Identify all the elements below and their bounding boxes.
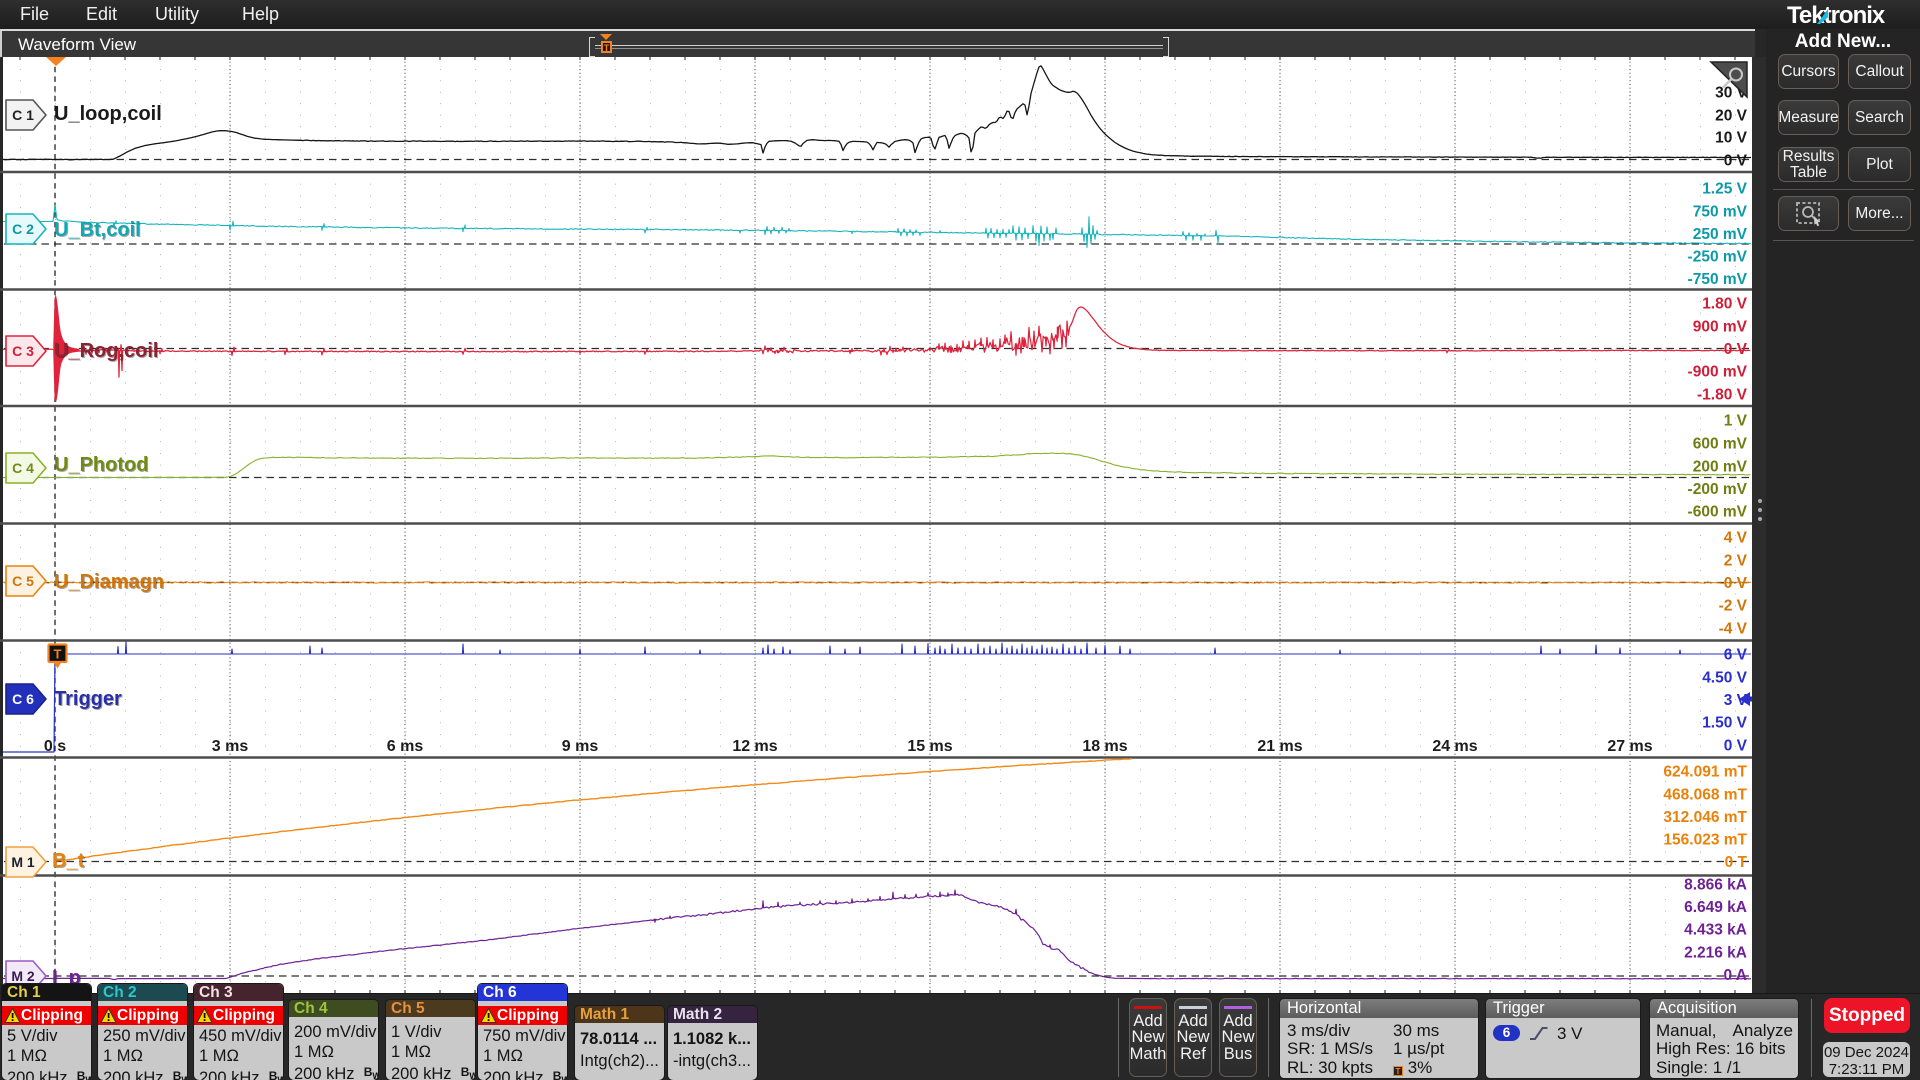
svg-text:1.50 V: 1.50 V bbox=[1702, 715, 1747, 732]
svg-text:M 2: M 2 bbox=[11, 968, 35, 984]
svg-text:4.50 V: 4.50 V bbox=[1702, 670, 1747, 687]
svg-text:200 mV: 200 mV bbox=[1693, 459, 1748, 476]
svg-text:21 ms: 21 ms bbox=[1257, 738, 1302, 755]
svg-text:12 ms: 12 ms bbox=[732, 738, 777, 755]
svg-text:2 V: 2 V bbox=[1724, 553, 1748, 570]
svg-text:0 V: 0 V bbox=[1724, 153, 1748, 170]
svg-text:156.023 mT: 156.023 mT bbox=[1663, 832, 1747, 849]
svg-text:C 5: C 5 bbox=[12, 573, 34, 589]
svg-text:27 ms: 27 ms bbox=[1607, 738, 1652, 755]
svg-text:-1.80 V: -1.80 V bbox=[1697, 387, 1748, 404]
svg-text:0 V: 0 V bbox=[1724, 575, 1748, 592]
svg-text:468.068 mT: 468.068 mT bbox=[1663, 787, 1747, 804]
svg-text:4.433 kA: 4.433 kA bbox=[1684, 922, 1747, 939]
svg-text:6 V: 6 V bbox=[1724, 647, 1748, 664]
svg-text:U_Diamagn: U_Diamagn bbox=[54, 571, 164, 593]
svg-text:0 V: 0 V bbox=[1724, 738, 1748, 755]
svg-text:-200 mV: -200 mV bbox=[1688, 481, 1748, 498]
svg-text:U_Rog,coil: U_Rog,coil bbox=[54, 340, 158, 362]
svg-text:Trigger: Trigger bbox=[54, 688, 122, 710]
svg-text:1.80 V: 1.80 V bbox=[1702, 296, 1747, 313]
svg-text:C 2: C 2 bbox=[12, 221, 34, 237]
svg-text:C 3: C 3 bbox=[12, 343, 34, 359]
svg-text:-750 mV: -750 mV bbox=[1688, 271, 1748, 288]
svg-text:3 ms: 3 ms bbox=[212, 738, 249, 755]
svg-text:0 A: 0 A bbox=[1723, 967, 1747, 984]
svg-text:312.046 mT: 312.046 mT bbox=[1663, 809, 1747, 826]
svg-text:C 4: C 4 bbox=[12, 460, 34, 476]
svg-text:U_Photod: U_Photod bbox=[54, 454, 148, 476]
svg-text:18 ms: 18 ms bbox=[1082, 738, 1127, 755]
svg-text:-600 mV: -600 mV bbox=[1688, 504, 1748, 521]
svg-text:8.866 kA: 8.866 kA bbox=[1684, 877, 1747, 894]
svg-text:U_Bt,coil: U_Bt,coil bbox=[54, 219, 141, 241]
svg-text:-250 mV: -250 mV bbox=[1688, 249, 1748, 266]
svg-text:-4 V: -4 V bbox=[1719, 621, 1748, 638]
svg-text:0 V: 0 V bbox=[1724, 341, 1748, 358]
svg-text:B_t: B_t bbox=[52, 850, 85, 872]
svg-text:624.091 mT: 624.091 mT bbox=[1663, 764, 1747, 781]
svg-text:C 6: C 6 bbox=[12, 691, 34, 707]
svg-text:-2 V: -2 V bbox=[1719, 598, 1748, 615]
svg-text:M 1: M 1 bbox=[11, 854, 35, 870]
svg-text:1.25 V: 1.25 V bbox=[1702, 181, 1747, 198]
svg-text:C 1: C 1 bbox=[12, 107, 34, 123]
svg-text:4 V: 4 V bbox=[1724, 530, 1748, 547]
svg-text:6.649 kA: 6.649 kA bbox=[1684, 899, 1747, 916]
svg-text:6 ms: 6 ms bbox=[387, 738, 424, 755]
svg-text:-900 mV: -900 mV bbox=[1688, 364, 1748, 381]
svg-text:2.216 kA: 2.216 kA bbox=[1684, 945, 1747, 962]
svg-text:20 V: 20 V bbox=[1715, 108, 1748, 125]
svg-text:24 ms: 24 ms bbox=[1432, 738, 1477, 755]
svg-text:600 mV: 600 mV bbox=[1693, 436, 1748, 453]
svg-text:U_loop,coil: U_loop,coil bbox=[54, 103, 162, 125]
svg-text:T: T bbox=[54, 647, 62, 662]
svg-text:900 mV: 900 mV bbox=[1693, 319, 1748, 336]
svg-text:1 V: 1 V bbox=[1724, 413, 1748, 430]
svg-text:750 mV: 750 mV bbox=[1693, 204, 1748, 221]
svg-text:0 s: 0 s bbox=[44, 738, 66, 755]
svg-text:250 mV: 250 mV bbox=[1693, 226, 1748, 243]
svg-text:10 V: 10 V bbox=[1715, 130, 1748, 147]
svg-text:0 T: 0 T bbox=[1725, 854, 1748, 871]
svg-text:9 ms: 9 ms bbox=[562, 738, 599, 755]
svg-text:15 ms: 15 ms bbox=[907, 738, 952, 755]
